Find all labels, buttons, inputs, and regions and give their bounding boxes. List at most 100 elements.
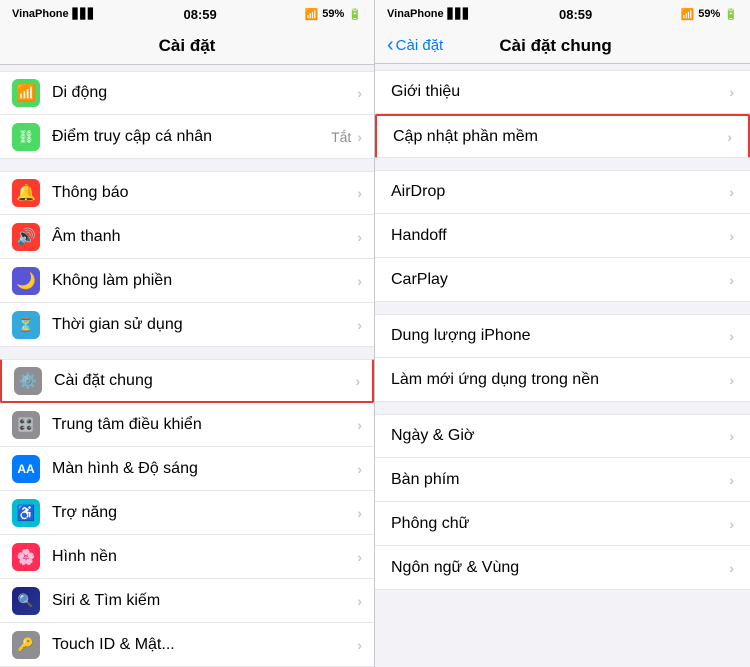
left-item-thoi-gian-su-dung[interactable]: ⏳ Thời gian sử dụng › <box>0 303 374 347</box>
right-status-left: VinaPhone ▋▋▋ <box>387 8 471 20</box>
left-wifi-icon: 📶 <box>305 8 319 21</box>
right-item-lam-moi[interactable]: Làm mới ứng dụng trong nền › <box>375 358 750 402</box>
hinh-nen-icon: 🌸 <box>12 543 40 571</box>
hinh-nen-chevron: › <box>357 549 362 565</box>
left-battery: 59% <box>322 8 344 20</box>
siri-icon: 🔍 <box>12 587 40 615</box>
di-dong-icon: 📶 <box>12 79 40 107</box>
back-label[interactable]: Cài đặt <box>396 37 444 54</box>
left-item-hinh-nen[interactable]: 🌸 Hình nền › <box>0 535 374 579</box>
handoff-chevron: › <box>729 228 734 244</box>
right-time: 08:59 <box>559 7 592 22</box>
di-dong-chevron: › <box>357 85 362 101</box>
cai-dat-chung-label: Cài đặt chung <box>54 372 355 390</box>
tro-nang-icon: ♿ <box>12 499 40 527</box>
left-time: 08:59 <box>184 7 217 22</box>
right-item-gioi-thieu[interactable]: Giới thiệu › <box>375 70 750 114</box>
left-scroll-area[interactable]: 📶 Di động › ⛓ Điểm truy cập cá nhân Tắt … <box>0 65 374 667</box>
man-hinh-chevron: › <box>357 461 362 477</box>
right-nav-title: Cài đặt chung <box>499 36 611 56</box>
tro-nang-chevron: › <box>357 505 362 521</box>
touch-id-chevron: › <box>357 637 362 653</box>
left-status-bar: VinaPhone ▋▋▋ 08:59 📶 59% 🔋 <box>0 0 374 28</box>
left-item-cai-dat-chung[interactable]: ⚙️ Cài đặt chung › <box>0 359 374 403</box>
man-hinh-label: Màn hình & Độ sáng <box>52 460 357 478</box>
right-signal-icon: ▋▋▋ <box>448 9 471 20</box>
left-nav-title: Cài đặt <box>159 36 216 55</box>
airdrop-label: AirDrop <box>391 183 445 201</box>
right-item-airdrop[interactable]: AirDrop › <box>375 170 750 214</box>
right-panel: VinaPhone ▋▋▋ 08:59 📶 59% 🔋 ‹ Cài đặt Cà… <box>375 0 750 667</box>
touch-id-label: Touch ID & Mật... <box>52 636 357 654</box>
left-item-siri[interactable]: 🔍 Siri & Tìm kiếm › <box>0 579 374 623</box>
left-item-touch-id[interactable]: 🔑 Touch ID & Mật... › <box>0 623 374 667</box>
right-group-4: Ngày & Giờ › Bàn phím › Phông chữ › Ngôn… <box>375 414 750 590</box>
ngon-ngu-label: Ngôn ngữ & Vùng <box>391 559 519 577</box>
left-status-right: 📶 59% 🔋 <box>305 8 362 21</box>
phong-chu-chevron: › <box>729 516 734 532</box>
gioi-thieu-chevron: › <box>729 84 734 100</box>
cai-dat-chung-icon: ⚙️ <box>14 367 42 395</box>
right-item-dung-luong[interactable]: Dung lượng iPhone › <box>375 314 750 358</box>
back-chevron-icon: ‹ <box>387 34 394 57</box>
diem-truy-cap-icon: ⛓ <box>12 123 40 151</box>
khong-lam-phien-chevron: › <box>357 273 362 289</box>
right-sep-3 <box>375 402 750 408</box>
right-item-ngon-ngu[interactable]: Ngôn ngữ & Vùng › <box>375 546 750 590</box>
left-item-khong-lam-phien[interactable]: 🌙 Không làm phiền › <box>0 259 374 303</box>
left-item-trung-tam[interactable]: 🎛️ Trung tâm điều khiển › <box>0 403 374 447</box>
right-item-phong-chu[interactable]: Phông chữ › <box>375 502 750 546</box>
right-item-cap-nhat[interactable]: Cập nhật phần mềm › <box>375 114 750 158</box>
khong-lam-phien-icon: 🌙 <box>12 267 40 295</box>
phong-chu-label: Phông chữ <box>391 515 469 533</box>
am-thanh-label: Âm thanh <box>52 228 357 246</box>
left-sep-1 <box>0 159 374 165</box>
right-item-ban-phim[interactable]: Bàn phím › <box>375 458 750 502</box>
right-sep-1 <box>375 158 750 164</box>
cap-nhat-chevron: › <box>727 129 732 145</box>
thong-bao-label: Thông báo <box>52 184 357 202</box>
hinh-nen-label: Hình nền <box>52 548 357 566</box>
airdrop-chevron: › <box>729 184 734 200</box>
am-thanh-icon: 🔊 <box>12 223 40 251</box>
thoi-gian-icon: ⏳ <box>12 311 40 339</box>
left-group-1: 📶 Di động › ⛓ Điểm truy cập cá nhân Tắt … <box>0 71 374 159</box>
left-item-diem-truy-cap[interactable]: ⛓ Điểm truy cập cá nhân Tắt › <box>0 115 374 159</box>
left-battery-icon: 🔋 <box>348 8 362 21</box>
thoi-gian-label: Thời gian sử dụng <box>52 316 357 334</box>
left-status-left: VinaPhone ▋▋▋ <box>12 8 96 20</box>
right-nav-back[interactable]: ‹ Cài đặt <box>387 34 443 57</box>
left-item-am-thanh[interactable]: 🔊 Âm thanh › <box>0 215 374 259</box>
left-item-thong-bao[interactable]: 🔔 Thông báo › <box>0 171 374 215</box>
ban-phim-label: Bàn phím <box>391 471 459 489</box>
left-carrier: VinaPhone <box>12 8 69 20</box>
right-item-carplay[interactable]: CarPlay › <box>375 258 750 302</box>
left-item-man-hinh[interactable]: AA Màn hình & Độ sáng › <box>0 447 374 491</box>
trung-tam-icon: 🎛️ <box>12 411 40 439</box>
khong-lam-phien-label: Không làm phiền <box>52 272 357 290</box>
carplay-label: CarPlay <box>391 271 448 289</box>
right-carrier: VinaPhone <box>387 8 444 20</box>
right-group-1: Giới thiệu › Cập nhật phần mềm › <box>375 70 750 158</box>
thoi-gian-chevron: › <box>357 317 362 333</box>
trung-tam-chevron: › <box>357 417 362 433</box>
dung-luong-chevron: › <box>729 328 734 344</box>
diem-truy-cap-chevron: › <box>357 129 362 145</box>
right-nav-bar: ‹ Cài đặt Cài đặt chung <box>375 28 750 64</box>
trung-tam-label: Trung tâm điều khiển <box>52 416 357 434</box>
left-item-di-dong[interactable]: 📶 Di động › <box>0 71 374 115</box>
left-item-tro-nang[interactable]: ♿ Trợ năng › <box>0 491 374 535</box>
siri-chevron: › <box>357 593 362 609</box>
ngon-ngu-chevron: › <box>729 560 734 576</box>
left-panel: VinaPhone ▋▋▋ 08:59 📶 59% 🔋 Cài đặt 📶 Di… <box>0 0 375 667</box>
di-dong-label: Di động <box>52 84 357 102</box>
cap-nhat-label: Cập nhật phần mềm <box>393 128 538 146</box>
right-scroll-area[interactable]: Giới thiệu › Cập nhật phần mềm › AirDrop… <box>375 64 750 667</box>
handoff-label: Handoff <box>391 227 447 245</box>
right-wifi-icon: 📶 <box>681 8 695 21</box>
tro-nang-label: Trợ năng <box>52 504 357 522</box>
right-item-handoff[interactable]: Handoff › <box>375 214 750 258</box>
right-sep-2 <box>375 302 750 308</box>
right-item-ngay-gio[interactable]: Ngày & Giờ › <box>375 414 750 458</box>
right-battery: 59% <box>698 8 720 20</box>
